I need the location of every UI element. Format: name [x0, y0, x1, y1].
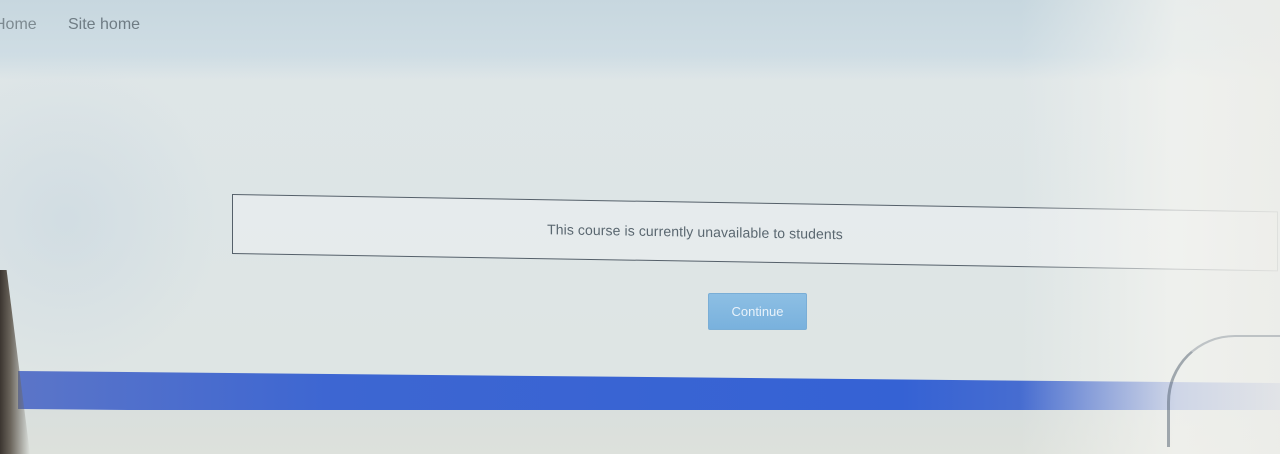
top-navigation: Home Site home — [0, 0, 1280, 52]
screen-glare-left — [0, 60, 220, 380]
unavailable-notice-message: This course is currently unavailable to … — [547, 221, 843, 243]
unavailable-notice-box: This course is currently unavailable to … — [232, 194, 1278, 272]
footer-area — [0, 410, 1280, 454]
nav-link-site-home[interactable]: Site home — [68, 16, 140, 34]
nav-link-home[interactable]: Home — [0, 16, 37, 34]
monitor-bezel-edge — [0, 270, 30, 454]
continue-button[interactable]: Continue — [708, 293, 807, 330]
